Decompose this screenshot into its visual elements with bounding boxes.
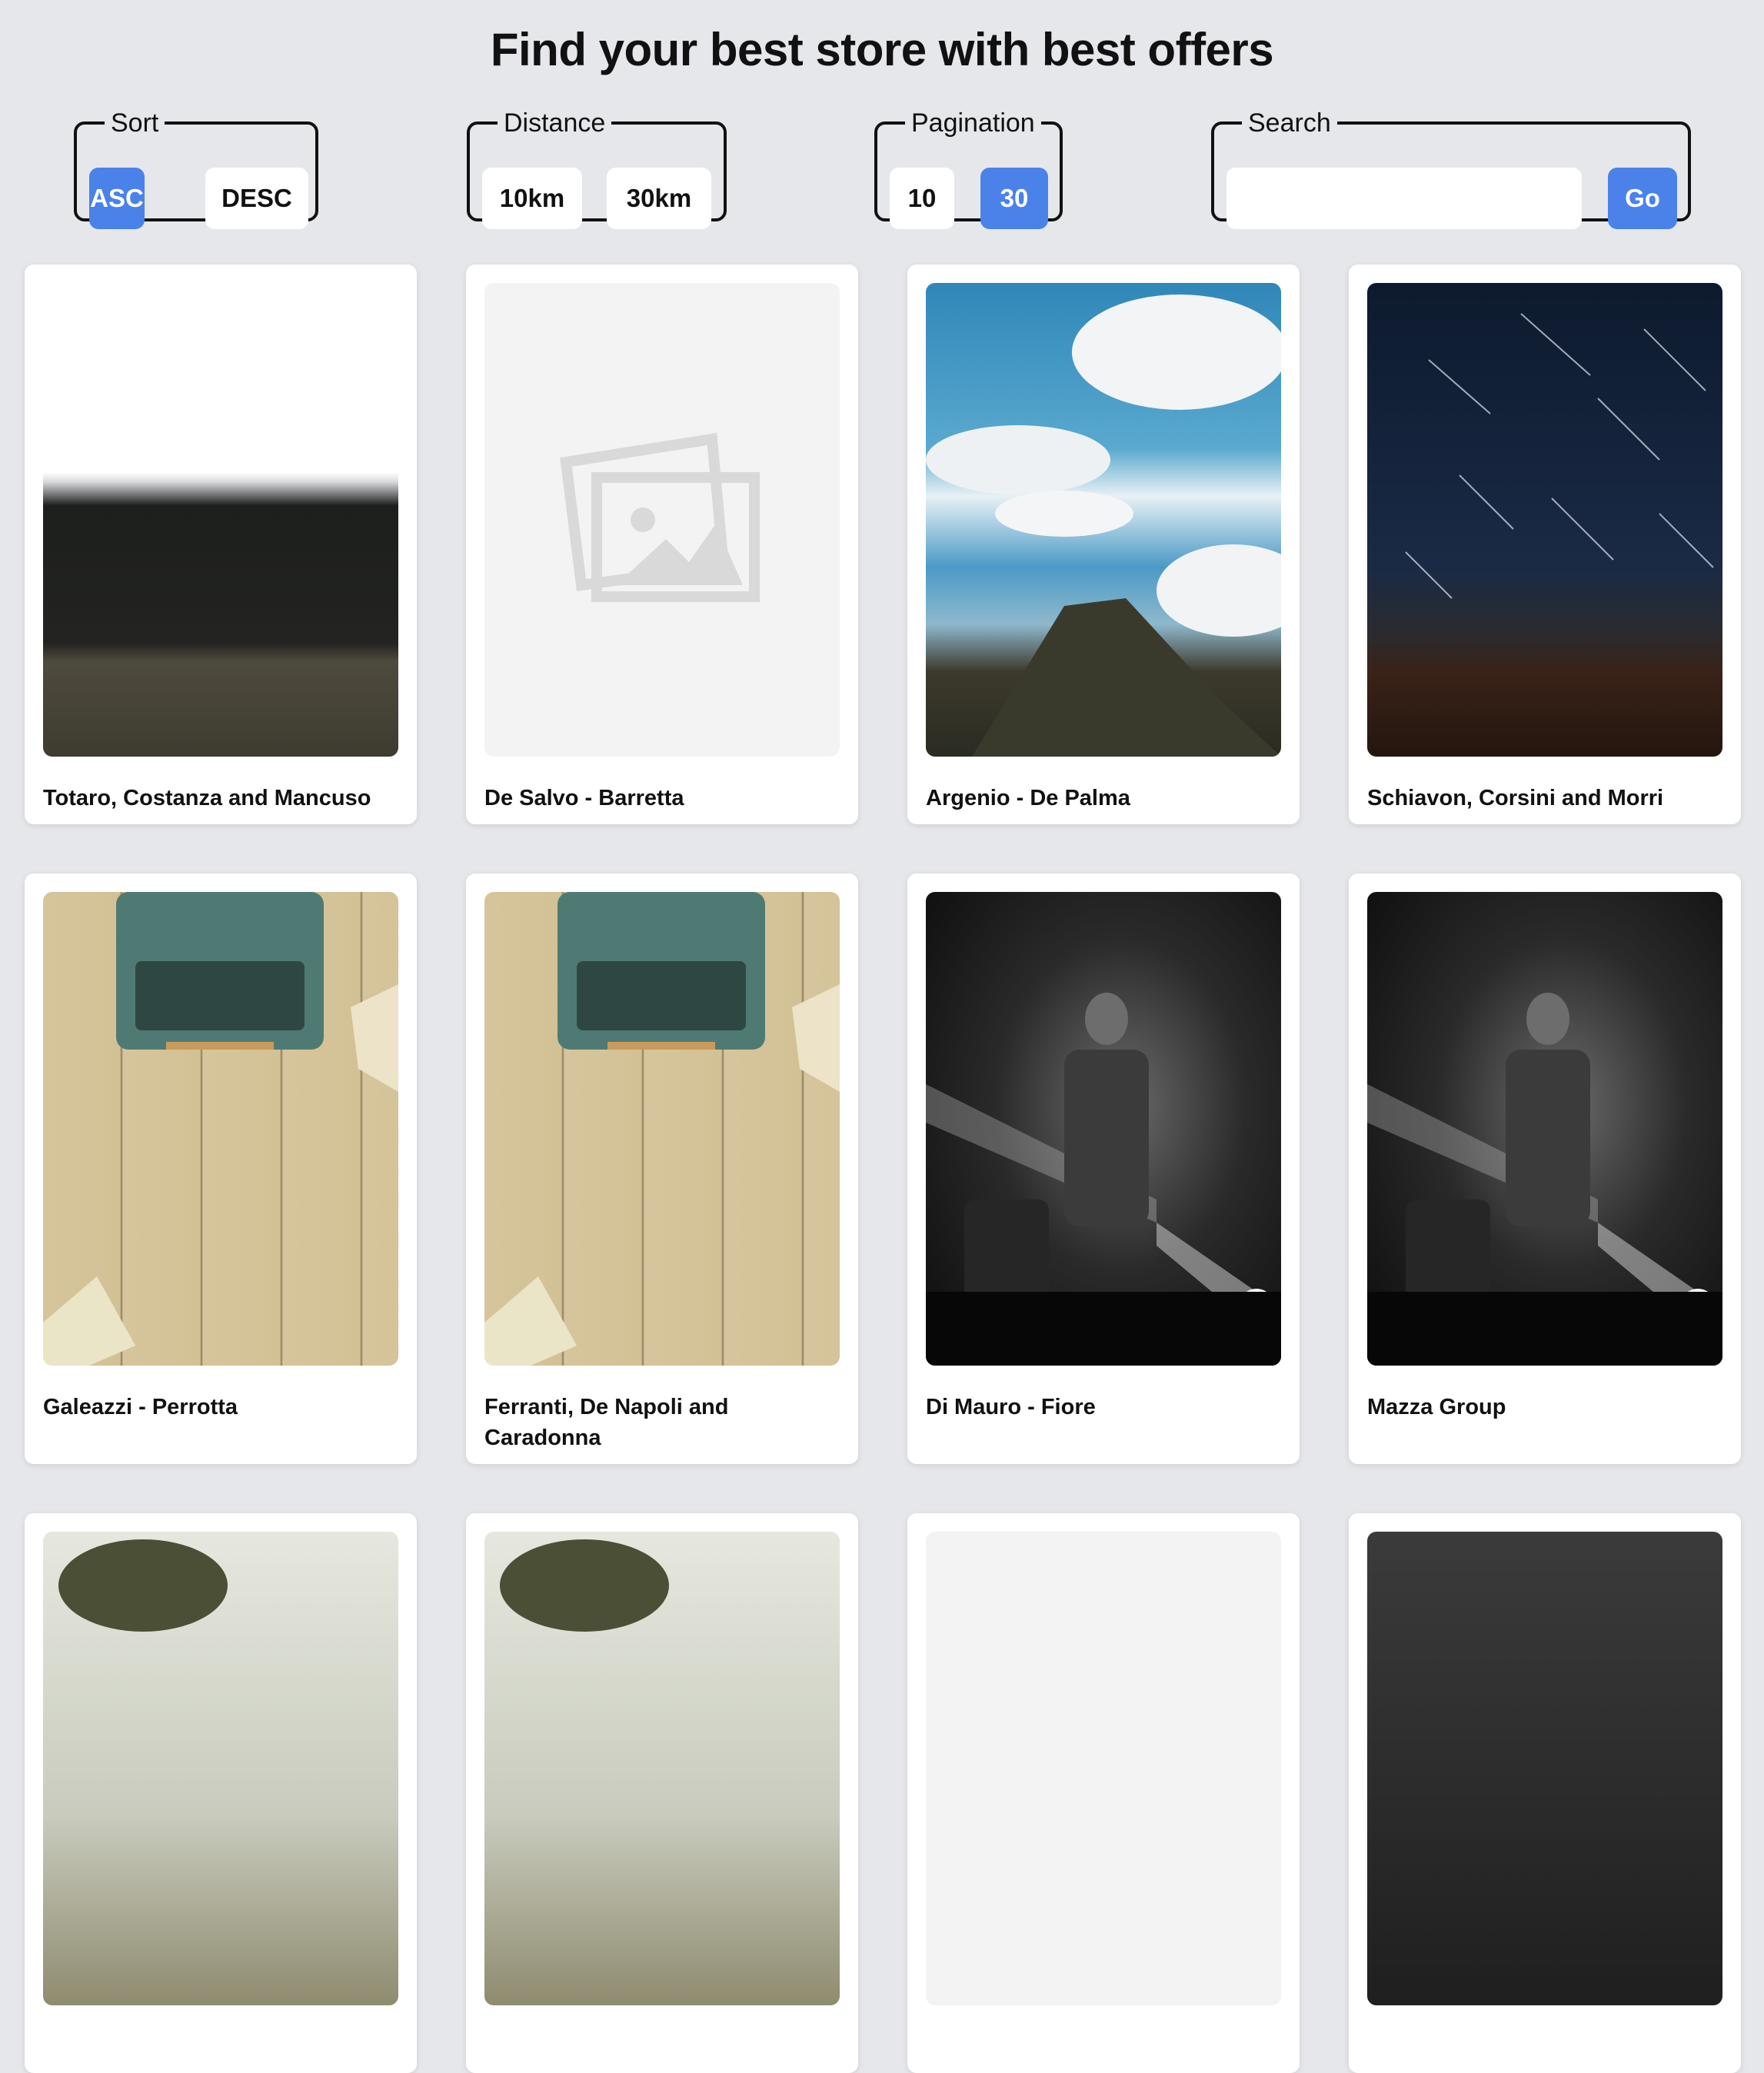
store-card[interactable] <box>1349 1513 1741 2073</box>
store-card[interactable]: Argenio - De Palma <box>907 265 1300 824</box>
store-name: Argenio - De Palma <box>926 786 1130 810</box>
store-card[interactable]: Di Mauro - Fiore <box>907 873 1300 1464</box>
sort-desc-button[interactable]: DESC <box>205 168 308 229</box>
image-placeholder-icon <box>484 283 840 757</box>
store-name: Ferranti, De Napoli and Caradonna <box>484 1395 729 1450</box>
store-name: Mazza Group <box>1367 1395 1506 1419</box>
pagination-legend: Pagination <box>911 108 1035 138</box>
store-image <box>43 1532 398 2005</box>
store-card[interactable] <box>466 1513 858 2073</box>
store-image <box>484 892 840 1366</box>
store-name: Galeazzi - Perrotta <box>43 1395 238 1419</box>
store-image <box>926 892 1281 1366</box>
store-card[interactable]: Ferranti, De Napoli and Caradonna <box>466 873 858 1464</box>
store-image <box>926 1532 1281 2005</box>
store-image <box>1367 892 1722 1366</box>
pagination-30-button[interactable]: 30 <box>980 168 1048 229</box>
store-image <box>43 283 398 757</box>
store-name: Schiavon, Corsini and Morri <box>1367 786 1664 810</box>
store-card[interactable] <box>907 1513 1300 2073</box>
search-group: Search Go <box>1211 108 1691 229</box>
sort-asc-button[interactable]: ASC <box>89 168 145 229</box>
store-card[interactable]: Schiavon, Corsini and Morri <box>1349 265 1741 824</box>
store-image <box>1367 1532 1722 2005</box>
store-image <box>484 1532 840 2005</box>
store-card[interactable]: Mazza Group <box>1349 873 1741 1464</box>
distance-group: Distance 10km 30km <box>467 108 727 229</box>
store-name: De Salvo - Barretta <box>484 786 684 810</box>
pagination-10-button[interactable]: 10 <box>890 168 954 229</box>
sort-group: Sort ASC DESC <box>74 108 318 229</box>
store-name: Di Mauro - Fiore <box>926 1395 1096 1419</box>
store-image <box>926 283 1281 757</box>
distance-legend: Distance <box>504 108 606 138</box>
sort-legend: Sort <box>111 108 159 138</box>
store-name: Totaro, Costanza and Mancuso <box>43 786 371 810</box>
pagination-group: Pagination 10 30 <box>874 108 1063 229</box>
search-input[interactable] <box>1226 168 1582 229</box>
distance-30km-button[interactable]: 30km <box>607 168 711 229</box>
page-title: Find your best store with best offers <box>490 24 1274 75</box>
store-card[interactable]: Totaro, Costanza and Mancuso <box>25 265 417 824</box>
store-image <box>43 892 398 1366</box>
distance-10km-button[interactable]: 10km <box>482 168 582 229</box>
store-card[interactable]: De Salvo - Barretta <box>466 265 858 824</box>
store-image <box>1367 283 1722 757</box>
store-card[interactable] <box>25 1513 417 2073</box>
search-legend: Search <box>1248 108 1331 138</box>
store-card[interactable]: Galeazzi - Perrotta <box>25 873 417 1464</box>
search-go-button[interactable]: Go <box>1608 168 1677 229</box>
